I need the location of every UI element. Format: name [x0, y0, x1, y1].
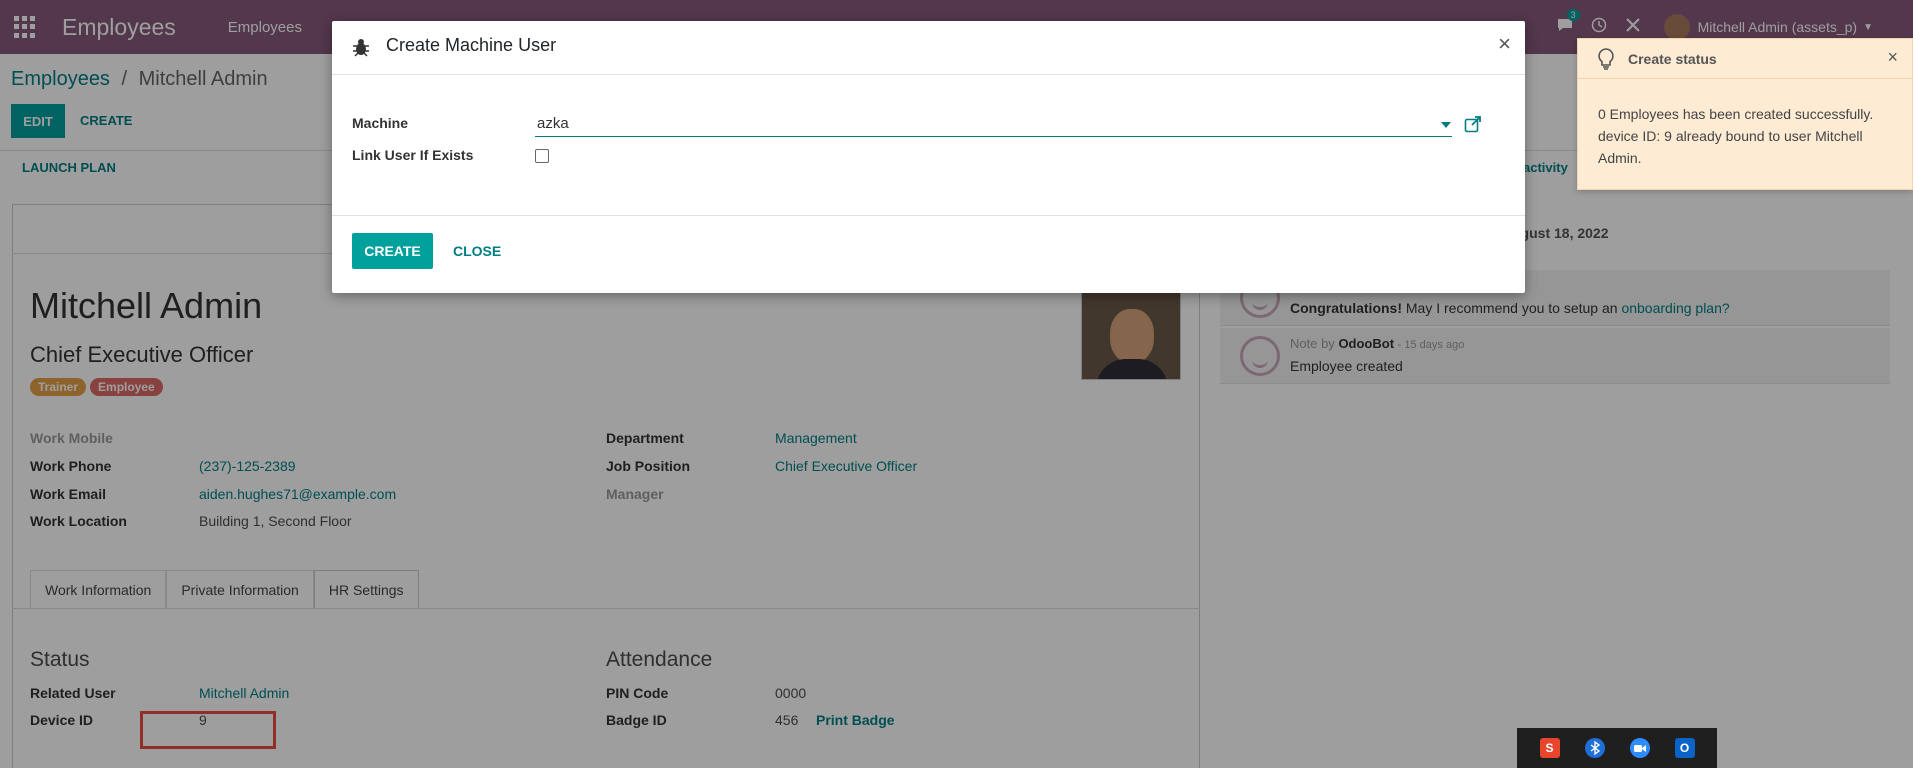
- notification-body: 0 Employees has been created successfull…: [1598, 106, 1874, 166]
- os-taskbar-tray: S O: [1517, 728, 1717, 768]
- machine-label: Machine: [352, 115, 409, 131]
- link-user-checkbox[interactable]: [535, 149, 549, 163]
- machine-input[interactable]: [535, 111, 1452, 137]
- external-link-icon[interactable]: [1464, 115, 1482, 133]
- create-button[interactable]: CREATE: [352, 233, 433, 269]
- close-icon[interactable]: ×: [1498, 31, 1511, 57]
- bluetooth-icon[interactable]: [1584, 738, 1605, 758]
- lightbulb-icon: [1598, 48, 1614, 70]
- zoom-icon[interactable]: [1629, 738, 1650, 758]
- modal-header: Create Machine User ×: [332, 21, 1525, 75]
- bug-icon: [353, 39, 369, 57]
- notification-header: Create status ×: [1578, 39, 1912, 79]
- close-button[interactable]: CLOSE: [453, 233, 501, 269]
- sublime-icon[interactable]: S: [1539, 738, 1560, 758]
- close-icon[interactable]: ×: [1887, 47, 1898, 68]
- outlook-icon[interactable]: O: [1674, 738, 1695, 758]
- dropdown-caret-icon[interactable]: [1441, 122, 1451, 128]
- modal-footer-divider: [332, 215, 1525, 216]
- modal-title: Create Machine User: [386, 35, 557, 55]
- create-machine-user-dialog: Create Machine User × Machine Link User …: [332, 21, 1525, 293]
- create-status-notification: Create status × 0 Employees has been cre…: [1577, 38, 1913, 190]
- notification-title: Create status: [1628, 51, 1717, 67]
- link-user-label: Link User If Exists: [352, 147, 474, 163]
